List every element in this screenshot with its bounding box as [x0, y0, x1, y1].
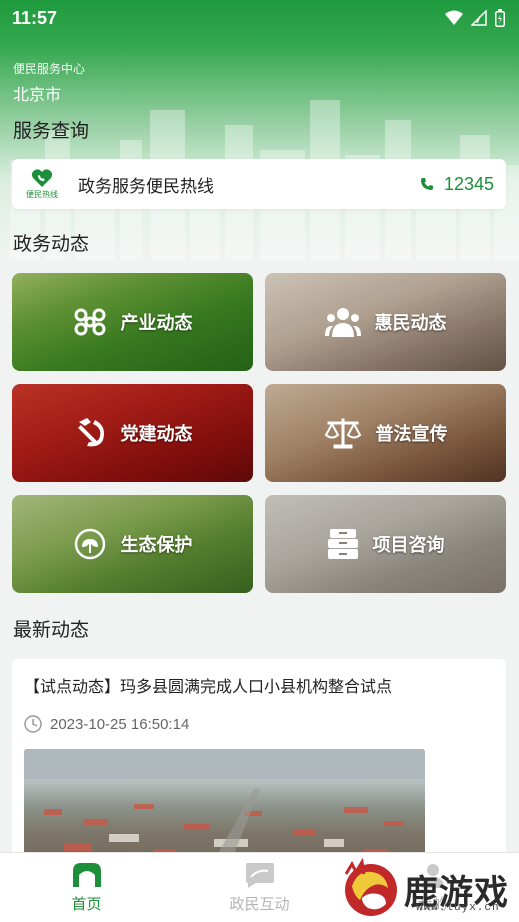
status-bar: 11:57 — [0, 0, 519, 36]
globe-leaf-icon — [74, 528, 105, 560]
industry-icon — [74, 308, 105, 336]
battery-icon — [495, 9, 505, 27]
card-label: 产业动态 — [120, 313, 193, 334]
hotline-logo: 便民热线 — [24, 168, 60, 200]
hotline-card[interactable]: 便民热线 政务服务便民热线 12345 — [12, 159, 506, 209]
card-label: 惠民动态 — [374, 313, 447, 334]
phone-icon — [420, 178, 433, 190]
hotline-logo-text: 便民热线 — [26, 190, 58, 199]
location-subtitle: 便民服务中心 — [13, 62, 86, 76]
card-law[interactable]: 普法宣传 — [265, 384, 506, 482]
card-industry[interactable]: 产业动态 — [12, 273, 253, 371]
section-title-service-query: 服务查询 — [13, 120, 90, 142]
card-label: 党建动态 — [120, 424, 193, 445]
location-city: 北京市 — [13, 85, 62, 104]
clock-icon — [24, 715, 42, 733]
card-label: 生态保护 — [120, 535, 193, 556]
card-label: 普法宣传 — [375, 424, 448, 445]
card-project[interactable]: 项目咨询 — [265, 495, 506, 593]
tab-label: 首页 — [71, 895, 102, 913]
section-title-gov-news: 政务动态 — [13, 233, 90, 255]
signal-icon — [471, 10, 487, 26]
hotline-label: 政务服务便民热线 — [78, 176, 214, 197]
aerial-town-image — [24, 749, 425, 859]
heart-phone-icon — [31, 169, 53, 187]
card-benefit[interactable]: 惠民动态 — [265, 273, 506, 371]
status-time: 11:57 — [12, 7, 58, 28]
location-info[interactable]: 便民服务中心 北京市 — [13, 60, 85, 105]
hotline-number: 12345 — [443, 173, 494, 194]
chat-icon — [245, 863, 274, 888]
wifi-icon — [445, 10, 463, 25]
cabinet-icon — [327, 529, 358, 559]
card-label: 项目咨询 — [372, 535, 445, 556]
watermark: 鹿游戏 www.luyx.cn — [338, 856, 519, 922]
tab-label: 政民互动 — [229, 895, 290, 913]
tab-home[interactable]: 首页 — [0, 853, 173, 922]
news-time: 2023-10-25 16:50:14 — [24, 715, 494, 733]
news-card[interactable]: 【试点动态】玛多县圆满完成人口小县机构整合试点 2023-10-25 16:50… — [12, 659, 506, 859]
watermark-url: www.luyx.cn — [416, 902, 500, 914]
people-icon — [324, 308, 361, 337]
hotline-phone[interactable]: 12345 — [420, 174, 494, 195]
card-ecology[interactable]: 生态保护 — [12, 495, 253, 593]
news-timestamp: 2023-10-25 16:50:14 — [50, 715, 190, 733]
news-title: 【试点动态】玛多县圆满完成人口小县机构整合试点 — [24, 677, 393, 696]
card-party[interactable]: 党建动态 — [12, 384, 253, 482]
deer-logo — [344, 857, 397, 916]
status-icons — [445, 9, 505, 27]
news-image — [24, 749, 425, 859]
scales-icon — [324, 418, 361, 449]
tab-interaction[interactable]: 政民互动 — [173, 853, 346, 922]
section-title-latest-news: 最新动态 — [13, 619, 90, 641]
hammer-sickle-icon — [77, 418, 104, 447]
home-icon — [72, 863, 101, 887]
